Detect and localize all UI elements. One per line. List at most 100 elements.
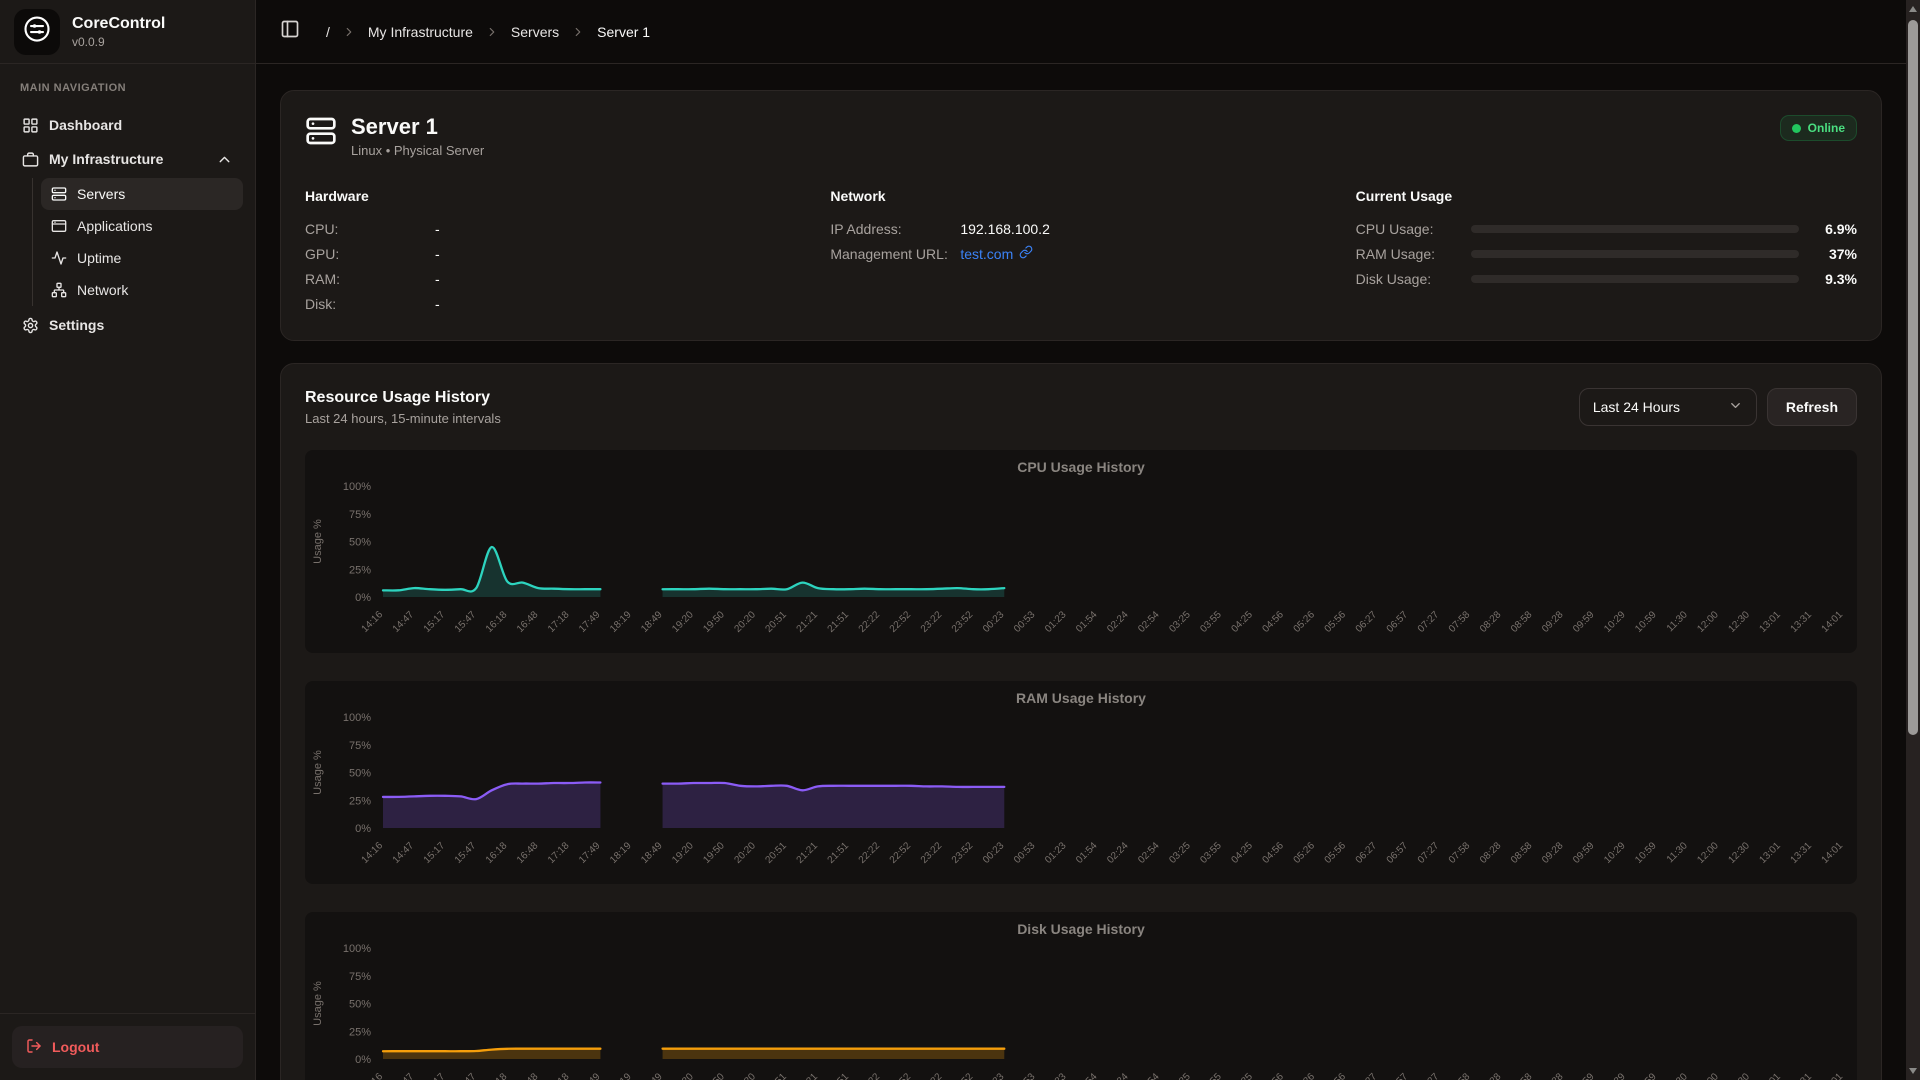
svg-text:02:54: 02:54 xyxy=(1136,840,1162,866)
svg-text:00:23: 00:23 xyxy=(981,609,1007,635)
svg-text:23:52: 23:52 xyxy=(950,1071,976,1080)
svg-text:15:17: 15:17 xyxy=(422,1071,448,1080)
svg-text:05:56: 05:56 xyxy=(1323,840,1349,866)
svg-text:19:50: 19:50 xyxy=(701,609,727,635)
logout-button[interactable]: Logout xyxy=(12,1026,243,1068)
svg-text:50%: 50% xyxy=(349,768,371,780)
sidebar: CoreControl v0.0.9 MAIN NAVIGATION Dashb… xyxy=(0,0,256,1080)
breadcrumb-root[interactable]: / xyxy=(326,24,330,40)
svg-text:13:31: 13:31 xyxy=(1789,840,1815,866)
svg-text:12:30: 12:30 xyxy=(1726,1071,1752,1080)
svg-text:21:21: 21:21 xyxy=(795,1071,821,1080)
network-nodes-icon xyxy=(51,282,67,298)
svg-text:00:53: 00:53 xyxy=(1012,609,1038,635)
resource-history-card: Resource Usage History Last 24 hours, 15… xyxy=(280,363,1882,1080)
svg-text:14:47: 14:47 xyxy=(391,609,417,635)
svg-text:00:23: 00:23 xyxy=(981,1071,1007,1080)
hardware-row-ram: RAM: - xyxy=(305,266,806,291)
chevron-right-icon xyxy=(571,25,585,39)
hardware-heading: Hardware xyxy=(305,188,806,204)
svg-text:08:58: 08:58 xyxy=(1509,840,1535,866)
sidebar-item-my-infrastructure[interactable]: My Infrastructure xyxy=(12,142,243,176)
sidebar-item-network[interactable]: Network xyxy=(41,274,243,306)
svg-text:Usage %: Usage % xyxy=(312,981,324,1026)
svg-text:18:19: 18:19 xyxy=(608,609,634,635)
svg-text:19:50: 19:50 xyxy=(701,840,727,866)
svg-text:06:27: 06:27 xyxy=(1354,840,1380,866)
chevron-right-icon xyxy=(485,25,499,39)
sidebar-item-settings[interactable]: Settings xyxy=(12,308,243,342)
svg-text:18:49: 18:49 xyxy=(639,1071,665,1080)
svg-text:13:01: 13:01 xyxy=(1758,1071,1784,1080)
svg-text:Usage %: Usage % xyxy=(312,750,324,795)
svg-text:10:29: 10:29 xyxy=(1602,1071,1628,1080)
usage-row-disk: Disk Usage: 9.3% xyxy=(1356,266,1857,291)
svg-text:19:20: 19:20 xyxy=(670,840,696,866)
svg-text:08:58: 08:58 xyxy=(1509,609,1535,635)
svg-text:15:47: 15:47 xyxy=(453,1071,479,1080)
sidebar-item-dashboard[interactable]: Dashboard xyxy=(12,108,243,142)
svg-text:25%: 25% xyxy=(349,564,371,576)
svg-text:23:22: 23:22 xyxy=(919,1071,945,1080)
svg-text:50%: 50% xyxy=(349,537,371,549)
management-url-link[interactable]: test.com xyxy=(960,245,1033,262)
svg-text:23:22: 23:22 xyxy=(919,609,945,635)
breadcrumb-item-servers[interactable]: Servers xyxy=(511,24,559,40)
nav-section-label: MAIN NAVIGATION xyxy=(12,82,243,94)
svg-text:13:31: 13:31 xyxy=(1789,1071,1815,1080)
svg-text:13:31: 13:31 xyxy=(1789,609,1815,635)
svg-text:02:24: 02:24 xyxy=(1105,609,1131,635)
svg-text:23:22: 23:22 xyxy=(919,840,945,866)
svg-text:08:28: 08:28 xyxy=(1478,1071,1504,1080)
svg-text:09:28: 09:28 xyxy=(1540,840,1566,866)
disk-usage-chart-svg: Disk Usage HistoryUsage %0%25%50%75%100%… xyxy=(305,912,1857,1080)
svg-text:16:48: 16:48 xyxy=(515,609,541,635)
svg-text:21:51: 21:51 xyxy=(826,1071,852,1080)
scrollbar-thumb[interactable] xyxy=(1908,20,1918,735)
chevron-right-icon xyxy=(342,25,356,39)
svg-text:10:59: 10:59 xyxy=(1633,840,1659,866)
server-overview-card: Server 1 Linux • Physical Server Online … xyxy=(280,90,1882,341)
usage-row-ram: RAM Usage: 37% xyxy=(1356,241,1857,266)
sidebar-item-label: Settings xyxy=(49,317,104,333)
main-content: Server 1 Linux • Physical Server Online … xyxy=(256,64,1906,1080)
vertical-scrollbar[interactable] xyxy=(1906,0,1920,1080)
svg-text:14:16: 14:16 xyxy=(360,840,386,866)
svg-text:01:23: 01:23 xyxy=(1043,609,1069,635)
svg-text:15:47: 15:47 xyxy=(453,840,479,866)
svg-text:05:56: 05:56 xyxy=(1323,1071,1349,1080)
svg-text:10:59: 10:59 xyxy=(1633,1071,1659,1080)
refresh-button[interactable]: Refresh xyxy=(1767,388,1857,426)
svg-text:18:49: 18:49 xyxy=(639,609,665,635)
chevron-up-icon xyxy=(216,151,233,168)
svg-text:14:01: 14:01 xyxy=(1820,1071,1846,1080)
ip-address-value: 192.168.100.2 xyxy=(960,221,1050,237)
hardware-row-disk: Disk: - xyxy=(305,291,806,316)
network-heading: Network xyxy=(830,188,1331,204)
svg-text:16:48: 16:48 xyxy=(515,840,541,866)
sidebar-item-applications[interactable]: Applications xyxy=(41,210,243,242)
layout-grid-icon xyxy=(22,117,39,134)
svg-text:21:21: 21:21 xyxy=(795,840,821,866)
breadcrumb-item-my-infrastructure[interactable]: My Infrastructure xyxy=(368,24,473,40)
time-range-select[interactable]: Last 24 Hours xyxy=(1579,388,1757,426)
sidebar-item-label: Network xyxy=(77,282,128,298)
sidebar-toggle-button[interactable] xyxy=(280,19,300,44)
scrollbar-up-arrow[interactable] xyxy=(1909,6,1917,12)
history-subtitle: Last 24 hours, 15-minute intervals xyxy=(305,411,501,426)
svg-text:75%: 75% xyxy=(349,740,371,752)
svg-text:08:28: 08:28 xyxy=(1478,609,1504,635)
svg-text:50%: 50% xyxy=(349,999,371,1011)
svg-text:08:58: 08:58 xyxy=(1509,1071,1535,1080)
sidebar-item-servers[interactable]: Servers xyxy=(41,178,243,210)
chevron-down-icon xyxy=(1728,398,1743,416)
svg-text:07:58: 07:58 xyxy=(1447,1071,1473,1080)
sidebar-item-uptime[interactable]: Uptime xyxy=(41,242,243,274)
scrollbar-down-arrow[interactable] xyxy=(1909,1068,1917,1074)
svg-text:01:23: 01:23 xyxy=(1043,1071,1069,1080)
svg-text:20:51: 20:51 xyxy=(763,1071,789,1080)
svg-text:12:00: 12:00 xyxy=(1695,840,1721,866)
svg-text:05:26: 05:26 xyxy=(1292,1071,1318,1080)
svg-text:22:22: 22:22 xyxy=(857,840,883,866)
svg-text:07:58: 07:58 xyxy=(1447,840,1473,866)
